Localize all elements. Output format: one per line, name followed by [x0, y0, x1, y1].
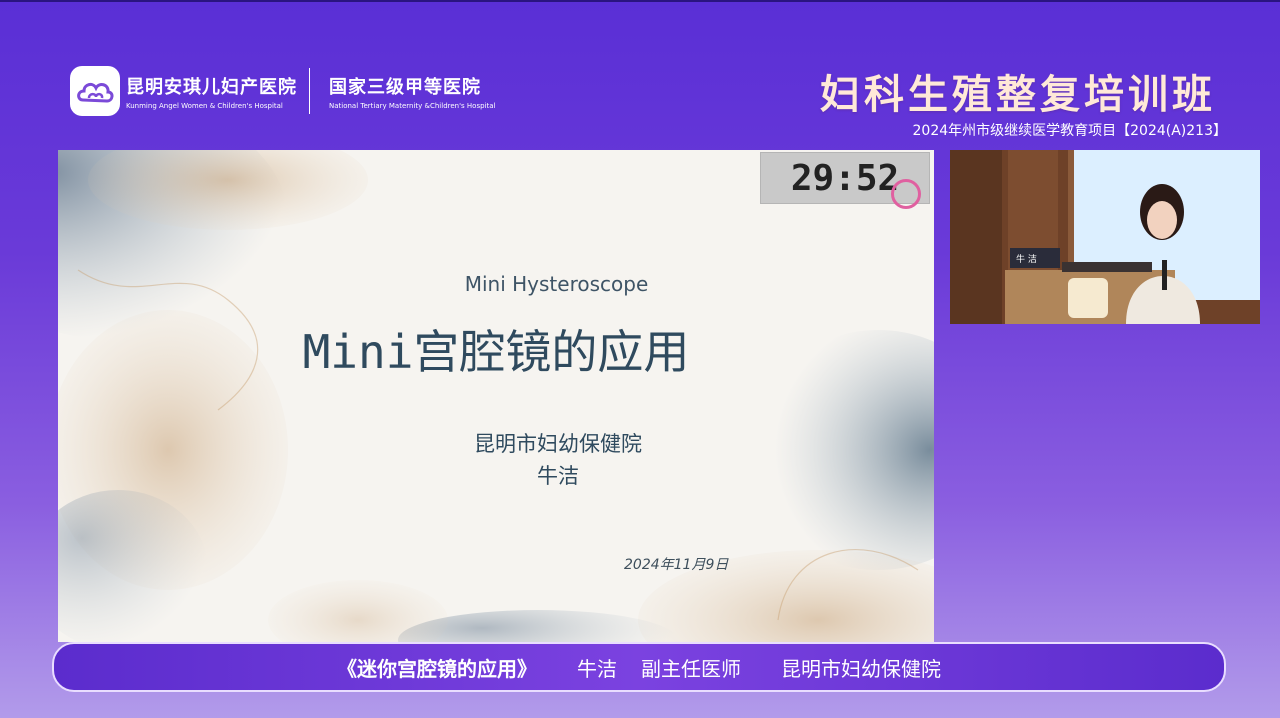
top-border	[0, 0, 1280, 2]
countdown-timer: 29:52	[760, 152, 930, 209]
hospital-name: 昆明安琪儿妇产医院 Kunming Angel Women & Children…	[126, 73, 297, 110]
hospital-grade-en: National Tertiary Maternity &Children's …	[329, 101, 496, 110]
hospital-name-cn: 昆明安琪儿妇产医院	[126, 76, 297, 98]
timer-badge-icon	[891, 179, 921, 209]
hospital-grade: 国家三级甲等医院 National Tertiary Maternity &Ch…	[329, 73, 495, 110]
watercolor-background	[58, 150, 934, 642]
lower-third-caption: 《迷你宫腔镜的应用》 牛洁 副主任医师 昆明市妇幼保健院	[52, 642, 1226, 692]
slide-title: Mini宫腔镜的应用	[302, 325, 690, 379]
speaker-nameplate: 牛 洁	[1016, 255, 1037, 265]
caption-role: 副主任医师	[641, 656, 741, 681]
speaker-video	[950, 150, 1260, 324]
event-title: 妇科生殖整复培训班	[820, 71, 1216, 118]
presentation-slide: 29:52 Mini Hysteroscope Mini宫腔镜的应用 昆明市妇幼…	[58, 150, 934, 642]
slide-presenter: 牛洁	[537, 464, 579, 488]
slide-subtitle-en: Mini Hysteroscope	[464, 272, 649, 296]
timer-value: 29:52	[790, 157, 900, 199]
hospital-name-en: Kunming Angel Women & Children's Hospita…	[126, 101, 283, 110]
caption-institution: 昆明市妇幼保健院	[781, 656, 941, 681]
slide-organization: 昆明市妇幼保健院	[474, 432, 642, 456]
caption-talk-title: 《迷你宫腔镜的应用》	[337, 656, 537, 681]
speaker-camera-feed: 牛 洁	[950, 150, 1260, 324]
event-subtitle: 2024年州市级继续医学教育项目【2024(A)213】	[912, 123, 1227, 139]
hospital-logo: 昆明安琪儿妇产医院 Kunming Angel Women & Children…	[70, 66, 495, 116]
hospital-grade-cn: 国家三级甲等医院	[329, 76, 481, 98]
slide-date: 2024年11月9日	[624, 557, 729, 573]
caption-speaker: 牛洁	[577, 656, 617, 681]
cloud-logo-icon	[70, 66, 120, 116]
logo-divider	[309, 68, 310, 114]
